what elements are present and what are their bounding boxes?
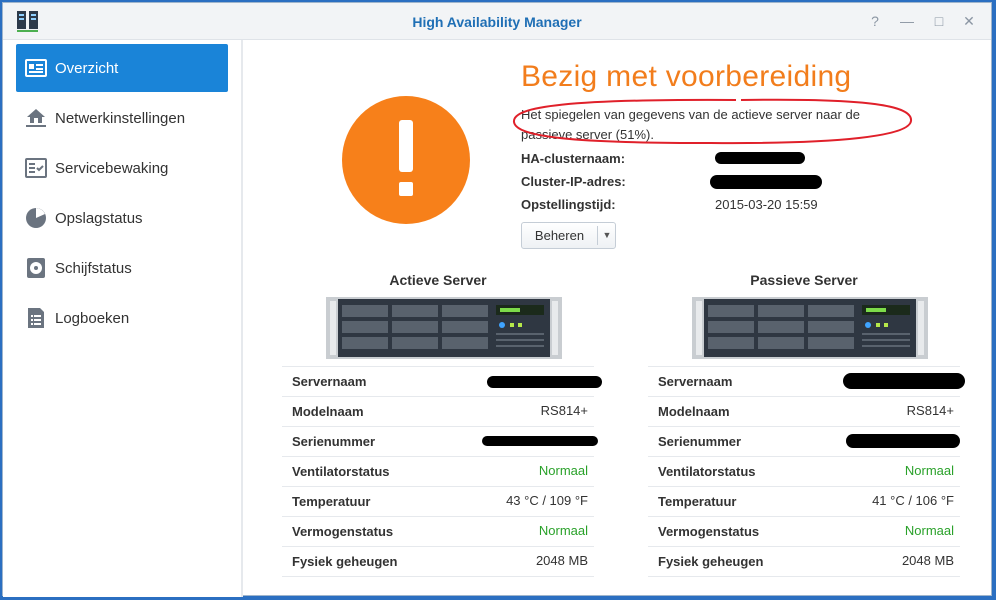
- row-value: Normaal: [904, 463, 954, 478]
- row-key: Serienummer: [292, 434, 376, 449]
- row-value: 2048 MB: [901, 553, 954, 568]
- rack-server-icon: [326, 297, 562, 359]
- table-row: Fysiek geheugen 2048 MB: [648, 547, 960, 577]
- table-row: Modelnaam RS814+: [282, 397, 594, 427]
- sidebar-item-label: Servicebewaking: [55, 159, 169, 177]
- log-icon: [25, 307, 47, 329]
- warning-exclamation-dot: [399, 182, 413, 196]
- row-key: Modelnaam: [292, 404, 364, 419]
- table-row: Ventilatorstatus Normaal: [282, 457, 594, 487]
- sidebar-item-logs[interactable]: Logboeken: [16, 294, 228, 342]
- manage-button[interactable]: Beheren ▼: [521, 222, 616, 249]
- row-key: Modelnaam: [658, 404, 730, 419]
- cluster-name-label: HA-clusternaam:: [521, 151, 626, 166]
- active-server-table: Servernaam Modelnaam RS814+ Serienummer …: [282, 366, 602, 577]
- row-value: 43 °C / 109 °F: [506, 493, 588, 508]
- row-key: Vermogenstatus: [658, 524, 760, 539]
- table-row: Temperatuur 41 °C / 106 °F: [648, 487, 960, 517]
- row-key: Vermogenstatus: [292, 524, 394, 539]
- sidebar-item-label: Opslagstatus: [55, 209, 143, 227]
- table-row: Servernaam: [648, 366, 965, 397]
- table-row: Servernaam: [282, 366, 602, 397]
- active-server-title: Actieve Server: [389, 272, 487, 288]
- row-value: 41 °C / 106 °F: [872, 493, 954, 508]
- row-key: Servernaam: [658, 374, 733, 389]
- sidebar-item-disk-status[interactable]: Schijfstatus: [16, 244, 228, 292]
- warning-exclamation-bar: [399, 120, 413, 172]
- redacted-cluster-ip: [710, 175, 822, 189]
- chevron-down-icon[interactable]: ▼: [599, 223, 615, 248]
- table-row: Temperatuur 43 °C / 109 °F: [282, 487, 594, 517]
- row-key: Temperatuur: [292, 494, 371, 509]
- passive-server-title: Passieve Server: [750, 272, 858, 288]
- redacted-server-name: [487, 376, 602, 388]
- table-row: Modelnaam RS814+: [648, 397, 960, 427]
- row-value: Normaal: [538, 463, 588, 478]
- warning-icon: [342, 96, 470, 224]
- sidebar-item-service-monitor[interactable]: Servicebewaking: [16, 144, 228, 192]
- sidebar: Overzicht Netwerkinstellingen Servicebew…: [3, 40, 243, 597]
- cluster-ip-label: Cluster-IP-adres:: [521, 174, 626, 189]
- title-bar: High Availability Manager ? — □ ✕: [3, 3, 991, 40]
- manage-button-label: Beheren: [534, 228, 585, 243]
- redacted-cluster-name: [715, 152, 805, 164]
- sidebar-item-storage-status[interactable]: Opslagstatus: [16, 194, 228, 242]
- row-value: 2048 MB: [535, 553, 588, 568]
- setup-time-value: 2015-03-20 15:59: [715, 197, 818, 212]
- row-key: Ventilatorstatus: [658, 464, 756, 479]
- sidebar-item-network[interactable]: Netwerkinstellingen: [16, 94, 228, 142]
- table-row: Serienummer: [648, 427, 960, 457]
- maximize-button[interactable]: □: [929, 11, 949, 31]
- close-button[interactable]: ✕: [959, 11, 979, 31]
- overview-icon: [25, 57, 47, 79]
- network-icon: [25, 107, 47, 129]
- table-row: Vermogenstatus Normaal: [282, 517, 594, 547]
- row-value: RS814+: [540, 403, 588, 418]
- row-key: Serienummer: [658, 434, 742, 449]
- row-key: Ventilatorstatus: [292, 464, 390, 479]
- table-row: Fysiek geheugen 2048 MB: [282, 547, 594, 577]
- sidebar-item-label: Overzicht: [55, 59, 119, 77]
- storage-pie-icon: [25, 207, 47, 229]
- redacted-serial-number: [482, 436, 598, 446]
- status-title: Bezig met voorbereiding: [521, 60, 852, 93]
- passive-server-table: Servernaam Modelnaam RS814+ Serienummer …: [648, 366, 965, 577]
- disk-icon: [25, 257, 47, 279]
- row-value: Normaal: [904, 523, 954, 538]
- help-button[interactable]: ?: [865, 11, 885, 31]
- setup-time-label: Opstellingstijd:: [521, 197, 616, 212]
- overview-panel: Bezig met voorbereiding Het spiegelen va…: [245, 40, 991, 597]
- app-window: High Availability Manager ? — □ ✕ Overzi…: [2, 2, 992, 597]
- redacted-serial-number: [846, 434, 960, 448]
- table-row: Serienummer: [282, 427, 598, 457]
- row-key: Temperatuur: [658, 494, 737, 509]
- row-value: Normaal: [538, 523, 588, 538]
- row-key: Servernaam: [292, 374, 367, 389]
- minimize-button[interactable]: —: [897, 11, 917, 31]
- sidebar-item-overview[interactable]: Overzicht: [16, 44, 228, 92]
- row-key: Fysiek geheugen: [658, 554, 764, 569]
- table-row: Vermogenstatus Normaal: [648, 517, 960, 547]
- rack-server-icon: [692, 297, 928, 359]
- sidebar-item-label: Schijfstatus: [55, 259, 132, 277]
- table-row: Ventilatorstatus Normaal: [648, 457, 960, 487]
- window-title: High Availability Manager: [412, 14, 582, 30]
- service-monitor-icon: [25, 157, 47, 179]
- sidebar-item-label: Netwerkinstellingen: [55, 109, 186, 127]
- red-annotation-ellipse: [513, 98, 913, 145]
- row-key: Fysiek geheugen: [292, 554, 398, 569]
- sidebar-item-label: Logboeken: [55, 309, 130, 327]
- row-value: RS814+: [906, 403, 954, 418]
- manage-button-divider: [597, 226, 598, 245]
- redacted-server-name: [843, 373, 965, 389]
